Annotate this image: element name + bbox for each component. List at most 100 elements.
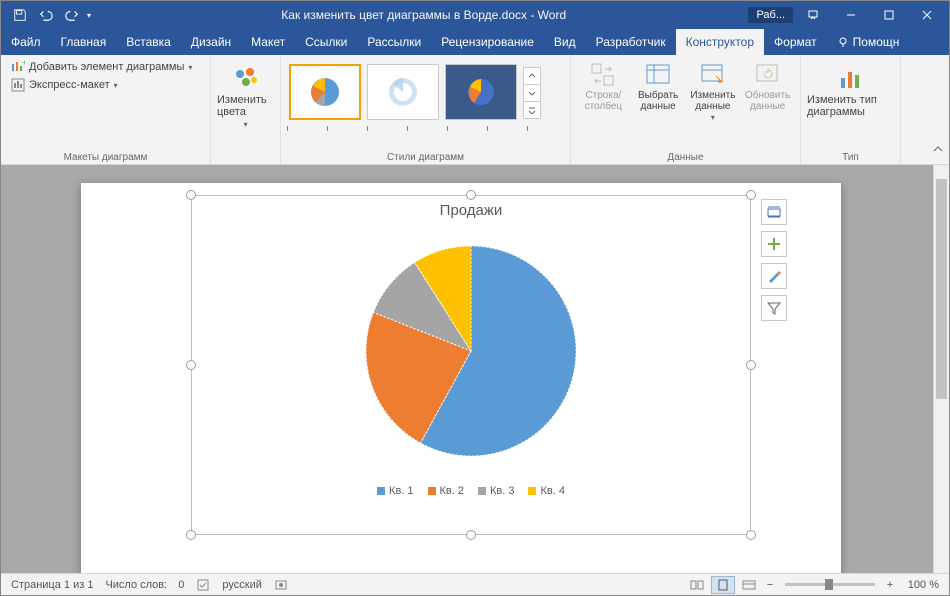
add-chart-element-button[interactable]: + Добавить элемент диаграммы▾ [7, 58, 204, 76]
select-data-icon [645, 62, 671, 88]
legend-label: Кв. 2 [440, 485, 464, 497]
web-layout-button[interactable] [737, 576, 761, 594]
group-chart-styles: Стили диаграмм [281, 55, 571, 164]
tab-file[interactable]: Файл [1, 29, 51, 55]
change-colors-button[interactable]: Изменить цвета▾ [217, 58, 274, 129]
edit-data-icon [700, 62, 726, 88]
document-canvas[interactable]: Продажи Кв. 1Кв. 2Кв. 3Кв. 4 [1, 165, 933, 573]
maximize-button[interactable] [871, 3, 907, 27]
pie-chart[interactable] [356, 236, 586, 466]
tab-home[interactable]: Главная [51, 29, 117, 55]
layout-options-button[interactable] [761, 199, 787, 225]
switch-row-column-button[interactable]: Строка/столбец [577, 62, 630, 123]
resize-handle[interactable] [186, 530, 196, 540]
save-button[interactable] [9, 4, 31, 26]
zoom-slider[interactable] [785, 583, 875, 586]
tab-references[interactable]: Ссылки [295, 29, 357, 55]
vertical-scrollbar[interactable] [933, 165, 949, 573]
style-gallery-more[interactable] [523, 67, 541, 118]
resize-handle[interactable] [466, 190, 476, 200]
chart-elements-button[interactable] [761, 231, 787, 257]
resize-handle[interactable] [186, 190, 196, 200]
ribbon-tabs: Файл Главная Вставка Дизайн Макет Ссылки… [1, 29, 949, 55]
legend-swatch [377, 487, 385, 495]
express-layout-icon [11, 78, 25, 92]
statusbar: Страница 1 из 1 Число слов: 0 русский − … [1, 573, 949, 595]
legend-label: Кв. 3 [490, 485, 514, 497]
document-title: Как изменить цвет диаграммы в Ворде.docx… [99, 8, 748, 22]
tab-format[interactable]: Формат [764, 29, 827, 55]
group-chart-layouts: + Добавить элемент диаграммы▾ Экспресс-м… [1, 55, 211, 164]
tab-constructor[interactable]: Конструктор [676, 29, 764, 55]
chart-plot-area[interactable] [192, 221, 750, 481]
group-change-colors: Изменить цвета▾ [211, 55, 281, 164]
horizontal-ruler [287, 126, 564, 131]
titlebar: ▾ Как изменить цвет диаграммы в Ворде.do… [1, 1, 949, 29]
account-badge[interactable]: Раб... [748, 7, 793, 23]
ribbon-options-button[interactable] [795, 3, 831, 27]
switch-icon [590, 62, 616, 88]
tab-view[interactable]: Вид [544, 29, 586, 55]
resize-handle[interactable] [746, 530, 756, 540]
read-mode-button[interactable] [685, 576, 709, 594]
legend-swatch [428, 487, 436, 495]
zoom-out-button[interactable]: − [763, 579, 777, 591]
legend-item[interactable]: Кв. 1 [377, 485, 413, 497]
chart-style-2[interactable] [367, 64, 439, 120]
chart-object[interactable]: Продажи Кв. 1Кв. 2Кв. 3Кв. 4 [191, 195, 751, 535]
svg-text:+: + [22, 60, 25, 67]
tab-developer[interactable]: Разработчик [586, 29, 676, 55]
chart-style-1[interactable] [289, 64, 361, 120]
chart-styles-button[interactable] [761, 263, 787, 289]
chart-legend[interactable]: Кв. 1 Кв. 2 Кв. 3 Кв. 4 [192, 481, 750, 501]
express-layout-button[interactable]: Экспресс-макет▾ [7, 76, 204, 94]
lightbulb-icon [837, 36, 849, 48]
group-chart-type: Изменить тип диаграммы Тип [801, 55, 901, 164]
legend-item[interactable]: Кв. 4 [528, 485, 564, 497]
page[interactable]: Продажи Кв. 1Кв. 2Кв. 3Кв. 4 [81, 183, 841, 573]
close-button[interactable] [909, 3, 945, 27]
legend-item[interactable]: Кв. 2 [428, 485, 464, 497]
legend-label: Кв. 4 [540, 485, 564, 497]
change-chart-type-button[interactable]: Изменить тип диаграммы [807, 58, 894, 118]
add-element-icon: + [11, 60, 25, 74]
collapse-ribbon-button[interactable] [933, 142, 943, 160]
tell-me[interactable]: Помощн [827, 29, 910, 55]
print-layout-button[interactable] [711, 576, 735, 594]
resize-handle[interactable] [466, 530, 476, 540]
zoom-slider-thumb[interactable] [825, 579, 833, 590]
tab-mailings[interactable]: Рассылки [357, 29, 431, 55]
tab-design[interactable]: Дизайн [181, 29, 241, 55]
ribbon: + Добавить элемент диаграммы▾ Экспресс-м… [1, 55, 949, 165]
group-data: Строка/столбец Выбрать данные Изменить д… [571, 55, 801, 164]
tab-insert[interactable]: Вставка [116, 29, 181, 55]
minimize-button[interactable] [833, 3, 869, 27]
language-indicator[interactable]: русский [222, 579, 261, 591]
select-data-button[interactable]: Выбрать данные [632, 62, 685, 123]
legend-item[interactable]: Кв. 3 [478, 485, 514, 497]
word-count[interactable]: Число слов: 0 [105, 579, 184, 591]
tab-review[interactable]: Рецензирование [431, 29, 544, 55]
macro-button[interactable] [274, 578, 288, 592]
page-indicator[interactable]: Страница 1 из 1 [11, 579, 93, 591]
legend-swatch [528, 487, 536, 495]
chart-filters-button[interactable] [761, 295, 787, 321]
zoom-level[interactable]: 100 % [899, 579, 939, 591]
edit-data-button[interactable]: Изменить данные▾ [687, 62, 740, 123]
undo-button[interactable] [35, 4, 57, 26]
scrollbar-thumb[interactable] [936, 179, 947, 399]
tab-layout[interactable]: Макет [241, 29, 295, 55]
legend-label: Кв. 1 [389, 485, 413, 497]
chart-style-3[interactable] [445, 64, 517, 120]
refresh-icon [755, 62, 781, 88]
palette-icon [232, 64, 260, 92]
resize-handle[interactable] [746, 360, 756, 370]
resize-handle[interactable] [186, 360, 196, 370]
resize-handle[interactable] [746, 190, 756, 200]
redo-button[interactable] [61, 4, 83, 26]
proofing-button[interactable] [196, 578, 210, 592]
zoom-in-button[interactable]: + [883, 579, 897, 591]
chart-type-icon [837, 64, 865, 92]
legend-swatch [478, 487, 486, 495]
refresh-data-button[interactable]: Обновить данные [741, 62, 794, 123]
